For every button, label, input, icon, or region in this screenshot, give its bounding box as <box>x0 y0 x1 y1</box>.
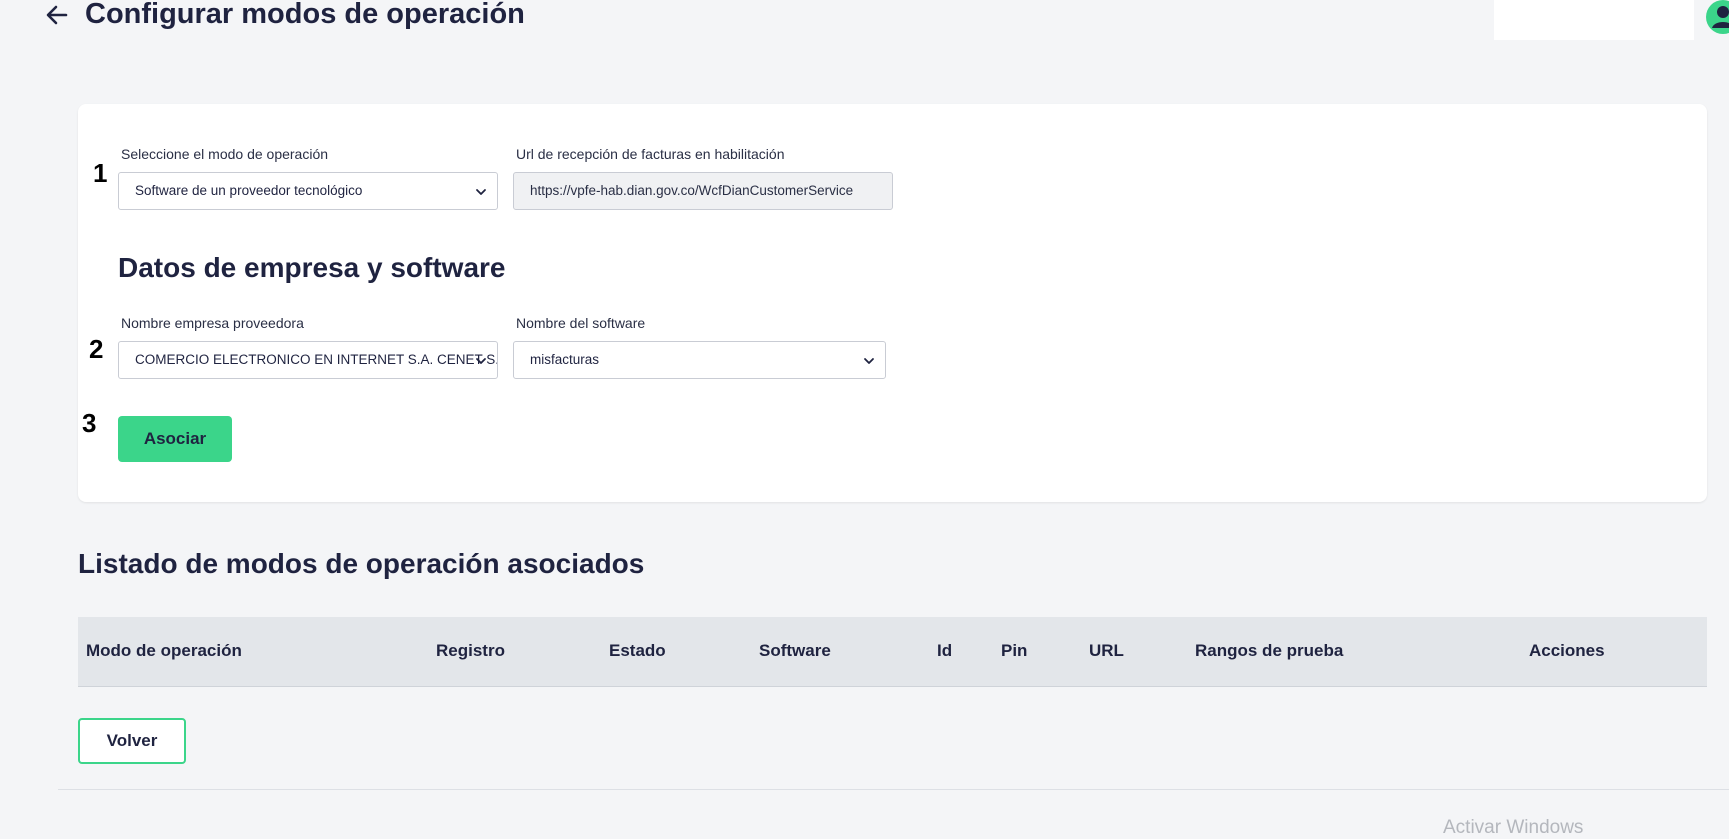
column-header-id: Id <box>937 641 953 660</box>
mode-label: Seleccione el modo de operación <box>121 146 329 162</box>
column-header-url: URL <box>1089 641 1124 660</box>
back-footer-button[interactable]: Volver <box>78 718 186 764</box>
associate-button[interactable]: Asociar <box>118 416 232 462</box>
column-header-test-ranges: Rangos de prueba <box>1195 641 1344 660</box>
top-bar: Configurar modos de operación <box>0 0 1729 50</box>
software-select-value: misfacturas <box>530 352 600 367</box>
provider-label: Nombre empresa proveedora <box>121 315 304 331</box>
table-header: Modo de operación Registro Estado Softwa… <box>78 617 1707 687</box>
step-number-2: 2 <box>89 334 104 364</box>
arrow-left-icon <box>46 5 68 25</box>
provider-select[interactable]: COMERCIO ELECTRONICO EN INTERNET S.A. CE… <box>118 341 498 379</box>
user-avatar[interactable] <box>1706 0 1729 34</box>
chevron-down-icon <box>864 358 874 364</box>
mode-select-value: Software de un proveedor tecnológico <box>135 183 363 198</box>
mode-select[interactable]: Software de un proveedor tecnológico <box>118 172 498 210</box>
column-header-pin: Pin <box>1001 641 1028 660</box>
chevron-down-icon <box>476 189 486 195</box>
url-field-value: https://vpfe-hab.dian.gov.co/WcfDianCust… <box>530 183 854 198</box>
url-label: Url de recepción de facturas en habilita… <box>516 146 785 162</box>
windows-activation-watermark: Activar Windows <box>1443 817 1584 838</box>
chevron-down-icon <box>476 358 486 364</box>
column-header-registro: Registro <box>436 641 505 660</box>
top-right-panel <box>1494 0 1694 40</box>
user-icon <box>1712 6 1729 28</box>
software-label: Nombre del software <box>516 315 646 331</box>
column-header-actions: Acciones <box>1529 641 1605 660</box>
step-number-1: 1 <box>93 158 108 188</box>
associated-modes-title: Listado de modos de operación asociados <box>78 548 645 579</box>
column-header-mode: Modo de operación <box>86 641 242 660</box>
page-title: Configurar modos de operación <box>85 0 525 30</box>
software-select[interactable]: misfacturas <box>513 341 886 379</box>
step-number-3: 3 <box>82 408 97 438</box>
content-bottom-divider <box>58 789 1729 790</box>
column-header-software: Software <box>759 641 831 660</box>
url-field: https://vpfe-hab.dian.gov.co/WcfDianCust… <box>513 172 893 210</box>
company-software-section-title: Datos de empresa y software <box>118 252 506 283</box>
column-header-estado: Estado <box>609 641 666 660</box>
operation-mode-form-card <box>78 104 1707 502</box>
provider-select-value: COMERCIO ELECTRONICO EN INTERNET S.A. CE… <box>135 352 498 367</box>
back-button[interactable] <box>40 0 72 32</box>
